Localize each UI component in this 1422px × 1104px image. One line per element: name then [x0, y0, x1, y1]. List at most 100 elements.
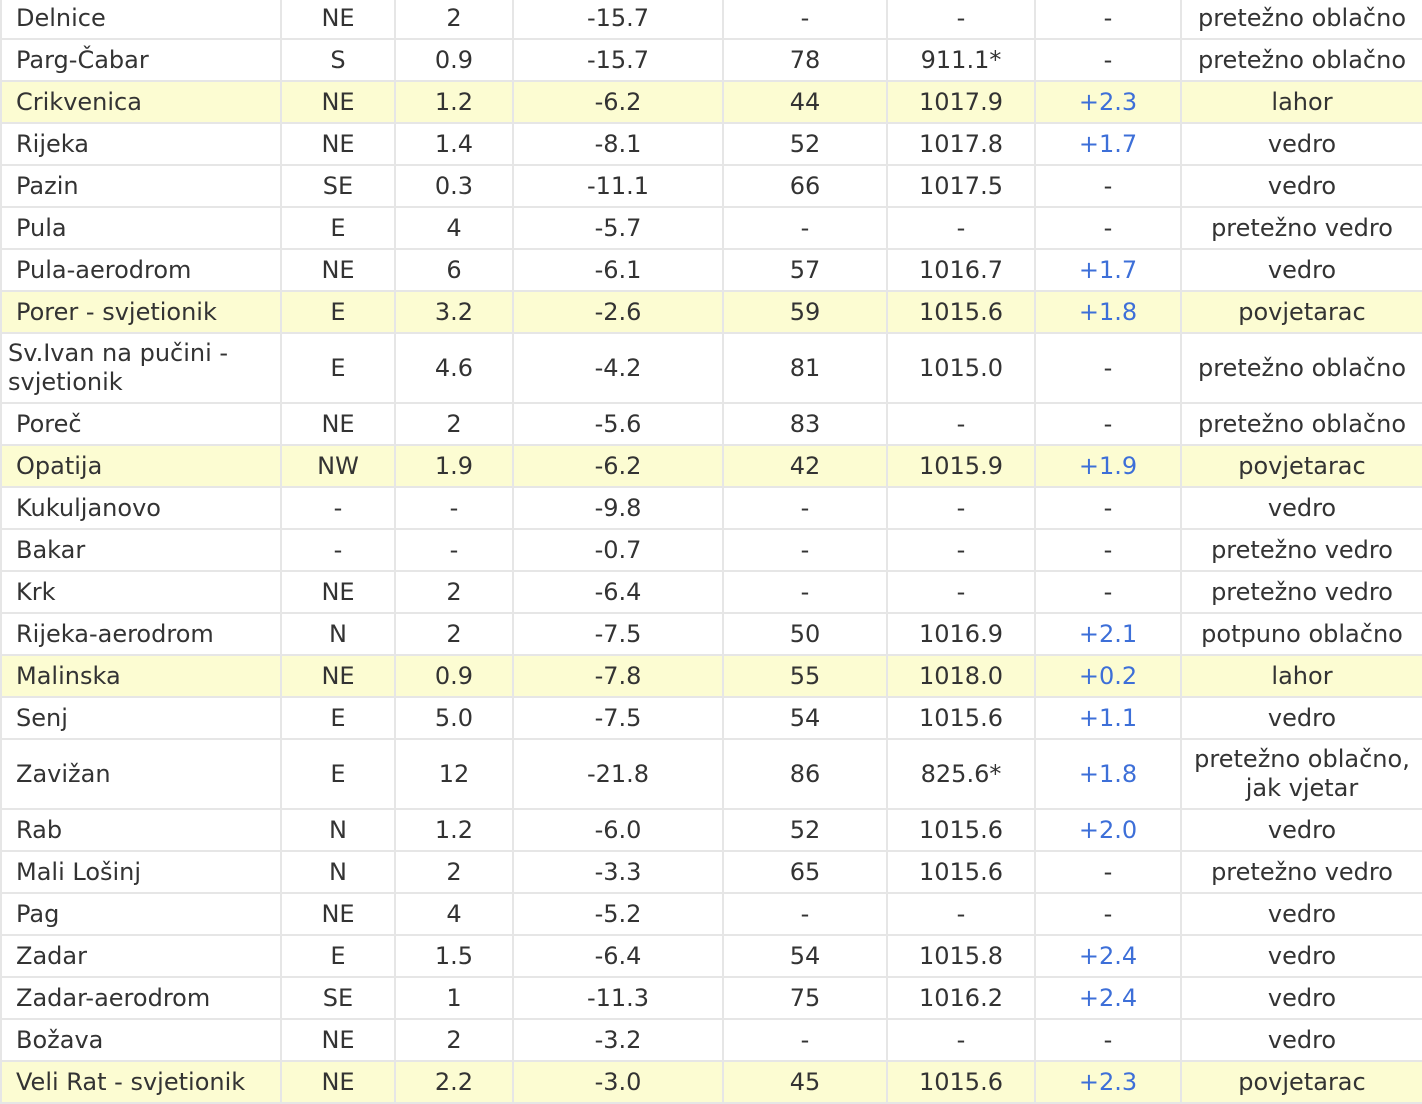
table-row: Mali Lošinj N 2 -3.3 65 1015.6- pretežno vedro	[0, 850, 1422, 894]
table-row: Krk NE 2 -6.4- - - pretežno vedro	[0, 570, 1422, 614]
humidity-cell: -	[722, 892, 888, 936]
weather-condition-cell: vedro	[1180, 934, 1422, 978]
weather-condition-cell: vedro	[1180, 976, 1422, 1020]
weather-condition-cell: vedro	[1180, 1018, 1422, 1062]
table-row: Porer - svjetionik E 3.2 -2.6 59 1015.6 +1.8 po…	[0, 290, 1422, 334]
table-row: Zadar-aerodrom SE 1 -11.3 75 1016.2 +2.4 vedro	[0, 976, 1422, 1020]
station-name-cell: Malinska	[0, 654, 282, 698]
weather-condition-cell: povjetarac	[1180, 1060, 1422, 1104]
humidity-cell: 44	[722, 80, 888, 124]
station-name-cell: Delnice	[0, 0, 282, 40]
temperature-cell: -15.7	[512, 38, 724, 82]
pressure-cell: 1015.6	[886, 696, 1036, 740]
pressure-tendency-cell: -	[1034, 402, 1182, 446]
weather-condition-cell: pretežno oblačno	[1180, 38, 1422, 82]
humidity-cell: 57	[722, 248, 888, 292]
pressure-cell: 1015.0	[886, 332, 1036, 404]
temperature-cell: -9.8	[512, 486, 724, 530]
weather-condition-cell: potpuno oblačno	[1180, 612, 1422, 656]
wind-direction-cell: NE	[280, 122, 396, 166]
pressure-cell: 911.1*	[886, 38, 1036, 82]
humidity-cell: 83	[722, 402, 888, 446]
wind-direction-cell: NE	[280, 570, 396, 614]
weather-condition-cell: vedro	[1180, 486, 1422, 530]
station-name-cell: Krk	[0, 570, 282, 614]
humidity-cell: 66	[722, 164, 888, 208]
table-row: Crikvenica NE 1.2 -6.2 44 1017.9 +2.3 lahor	[0, 80, 1422, 124]
wind-speed-cell: 4	[394, 892, 514, 936]
table-row: Delnice NE 2 -15.7- - - pretežno oblačno	[0, 0, 1422, 40]
pressure-cell: -	[886, 892, 1036, 936]
station-name-cell: Kukuljanovo	[0, 486, 282, 530]
pressure-tendency-cell: -	[1034, 0, 1182, 40]
pressure-cell: 1018.0	[886, 654, 1036, 698]
wind-speed-cell: 4.6	[394, 332, 514, 404]
temperature-cell: -2.6	[512, 290, 724, 334]
pressure-cell: 1015.6	[886, 808, 1036, 852]
wind-direction-cell: E	[280, 290, 396, 334]
pressure-tendency-cell: -	[1034, 892, 1182, 936]
pressure-tendency-cell: +1.8	[1034, 290, 1182, 334]
pressure-cell: 1016.9	[886, 612, 1036, 656]
weather-condition-cell: pretežno oblačno	[1180, 332, 1422, 404]
temperature-cell: -7.8	[512, 654, 724, 698]
table-row: Malinska NE 0.9 -7.8 55 1018.0 +0.2 lahor	[0, 654, 1422, 698]
station-name-cell: Rab	[0, 808, 282, 852]
pressure-tendency-cell: -	[1034, 486, 1182, 530]
pressure-tendency-cell: -	[1034, 528, 1182, 572]
humidity-cell: 78	[722, 38, 888, 82]
humidity-cell: 52	[722, 808, 888, 852]
pressure-cell: 1015.9	[886, 444, 1036, 488]
pressure-cell: -	[886, 1018, 1036, 1062]
weather-condition-cell: pretežno vedro	[1180, 528, 1422, 572]
weather-condition-cell: pretežno vedro	[1180, 570, 1422, 614]
pressure-tendency-cell: +1.9	[1034, 444, 1182, 488]
pressure-tendency-cell: +0.2	[1034, 654, 1182, 698]
weather-condition-cell: povjetarac	[1180, 444, 1422, 488]
weather-condition-cell: pretežno oblačno	[1180, 402, 1422, 446]
weather-condition-cell: pretežno vedro	[1180, 850, 1422, 894]
wind-direction-cell: E	[280, 934, 396, 978]
station-name-cell: Veli Rat - svjetionik	[0, 1060, 282, 1104]
wind-speed-cell: 2	[394, 850, 514, 894]
weather-condition-cell: lahor	[1180, 654, 1422, 698]
weather-condition-cell: pretežno oblačno, jak vjetar	[1180, 738, 1422, 810]
wind-direction-cell: -	[280, 528, 396, 572]
table-body: Delnice NE 2 -15.7- - - pretežno oblačno Parg-Č…	[0, 0, 1422, 1104]
temperature-cell: -6.4	[512, 570, 724, 614]
pressure-cell: 1016.2	[886, 976, 1036, 1020]
table-row: Rijeka NE 1.4 -8.1 52 1017.8 +1.7 vedro	[0, 122, 1422, 166]
humidity-cell: 65	[722, 850, 888, 894]
temperature-cell: -0.7	[512, 528, 724, 572]
humidity-cell: 45	[722, 1060, 888, 1104]
station-name-cell: Opatija	[0, 444, 282, 488]
pressure-cell: 1017.8	[886, 122, 1036, 166]
weather-condition-cell: vedro	[1180, 164, 1422, 208]
wind-direction-cell: E	[280, 332, 396, 404]
station-name-cell: Crikvenica	[0, 80, 282, 124]
table-row: Poreč NE 2 -5.6 83- - pretežno oblačno	[0, 402, 1422, 446]
wind-direction-cell: NE	[280, 1060, 396, 1104]
station-name-cell: Mali Lošinj	[0, 850, 282, 894]
pressure-tendency-cell: -	[1034, 570, 1182, 614]
pressure-tendency-cell: -	[1034, 850, 1182, 894]
table-row: Zadar E 1.5 -6.4 54 1015.8 +2.4 vedro	[0, 934, 1422, 978]
wind-direction-cell: SE	[280, 164, 396, 208]
table-row: Rab N 1.2 -6.0 52 1015.6 +2.0 vedro	[0, 808, 1422, 852]
wind-direction-cell: S	[280, 38, 396, 82]
wind-direction-cell: E	[280, 696, 396, 740]
weather-condition-cell: vedro	[1180, 248, 1422, 292]
humidity-cell: 75	[722, 976, 888, 1020]
wind-direction-cell: N	[280, 808, 396, 852]
pressure-cell: -	[886, 0, 1036, 40]
wind-speed-cell: 1.5	[394, 934, 514, 978]
station-name-cell: Rijeka	[0, 122, 282, 166]
temperature-cell: -15.7	[512, 0, 724, 40]
temperature-cell: -5.7	[512, 206, 724, 250]
humidity-cell: 50	[722, 612, 888, 656]
table-row: Veli Rat - svjetionik NE 2.2 -3.0 45 1015.6 +2…	[0, 1060, 1422, 1104]
pressure-cell: -	[886, 486, 1036, 530]
temperature-cell: -5.6	[512, 402, 724, 446]
wind-speed-cell: 12	[394, 738, 514, 810]
station-name-cell: Rijeka-aerodrom	[0, 612, 282, 656]
